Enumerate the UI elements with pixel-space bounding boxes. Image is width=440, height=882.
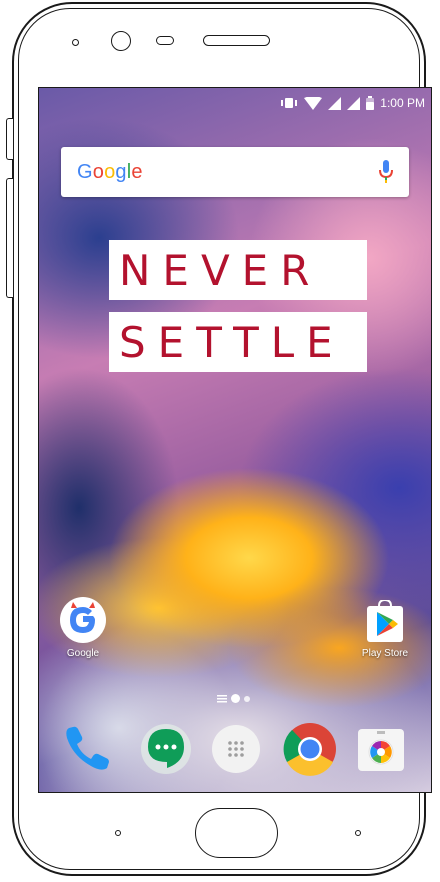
earpiece-speaker: [203, 35, 270, 46]
battery-icon: [366, 96, 375, 110]
banner-text-2: SETTLE: [119, 317, 345, 367]
vibrate-icon: [281, 98, 298, 108]
page-dot: [244, 695, 250, 702]
front-camera: [111, 31, 131, 51]
wifi-icon: [304, 96, 323, 110]
logo-letter: o: [92, 160, 105, 183]
page-indicator[interactable]: [217, 694, 250, 703]
home-button[interactable]: [195, 808, 278, 858]
google-icon: [60, 597, 106, 643]
banner-line-1: NEVER: [109, 240, 367, 300]
recents-key-dot[interactable]: [355, 830, 361, 836]
alert-slider: [6, 118, 13, 160]
feed-page-icon: [217, 694, 227, 702]
volume-button: [6, 178, 13, 298]
home-screen: 1:00 PM Google NEVER SETTLE Google Play …: [38, 87, 432, 793]
google-search-bar[interactable]: Google: [61, 147, 409, 197]
logo-letter: o: [104, 160, 116, 183]
earpiece-small: [156, 36, 174, 45]
phone-icon[interactable]: [61, 722, 113, 774]
signal-icon-2: [347, 96, 361, 110]
play-store-icon: [367, 600, 403, 642]
app-label-google: Google: [66, 648, 100, 659]
status-bar: 1:00 PM: [280, 96, 425, 110]
app-play-store[interactable]: Play Store: [357, 600, 413, 659]
app-drawer-icon[interactable]: [211, 724, 261, 774]
banner-text-1: NEVER: [119, 245, 322, 295]
logo-letter: g: [115, 160, 127, 183]
camera-icon[interactable]: [357, 728, 405, 772]
app-label-play-store: Play Store: [361, 648, 409, 659]
banner-line-2: SETTLE: [109, 312, 367, 372]
page-dot-active: [231, 694, 240, 703]
logo-letter: e: [131, 160, 143, 183]
microphone-icon[interactable]: [379, 160, 393, 184]
proximity-sensor: [72, 39, 79, 46]
signal-icon: [328, 96, 342, 110]
chrome-icon[interactable]: [283, 722, 337, 776]
google-logo: Google: [77, 161, 143, 184]
clock: 1:00 PM: [380, 96, 425, 110]
hangouts-icon[interactable]: [139, 722, 193, 776]
logo-letter: G: [77, 160, 93, 183]
back-key-dot[interactable]: [115, 830, 121, 836]
app-google[interactable]: Google: [53, 596, 113, 659]
